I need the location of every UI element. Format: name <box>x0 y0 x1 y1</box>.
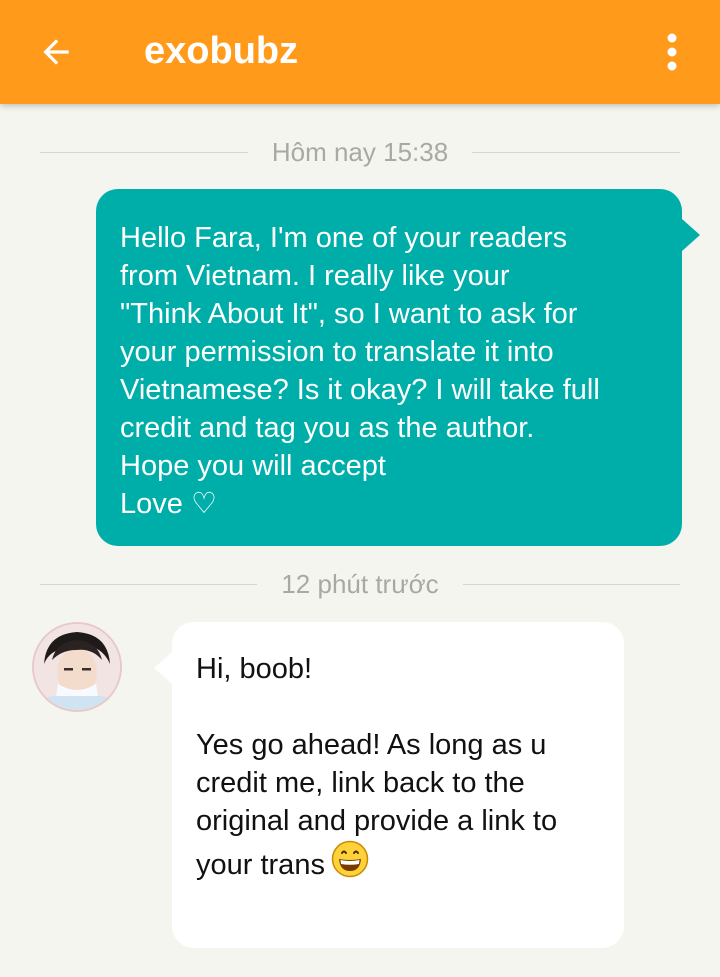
more-vertical-icon <box>667 33 677 71</box>
bubble-tail <box>154 652 172 684</box>
bubble-tail <box>682 219 700 251</box>
divider-line <box>40 583 258 585</box>
user-avatar[interactable] <box>34 624 120 710</box>
message-text: your trans <box>196 849 325 881</box>
incoming-message-bubble[interactable]: Hi, boob! Yes go ahead! As long as u cre… <box>154 622 624 948</box>
message-line: original and provide a link to <box>196 805 558 837</box>
grinning-face-emoji-icon <box>331 840 369 878</box>
message-line: from Vietnam. I really like your <box>120 260 510 292</box>
more-options-button[interactable] <box>650 24 694 80</box>
chat-title: exobubz <box>144 30 299 72</box>
message-line: credit me, link back to the <box>196 767 525 799</box>
message-line: "Think About It", so I want to ask for <box>120 298 578 330</box>
timestamp-text: Hôm nay 15:38 <box>271 137 449 167</box>
message-line: your permission to translate it into <box>120 336 554 368</box>
message-line: Love ♡ <box>120 488 217 520</box>
divider-line <box>40 151 248 153</box>
message-line: Vietnamese? Is it okay? I will take full <box>120 374 600 406</box>
message-line: Hope you will accept <box>120 450 386 482</box>
back-button[interactable] <box>30 26 82 78</box>
timestamp-divider: 12 phút trước <box>40 568 680 600</box>
app-bar: exobubz <box>0 0 720 104</box>
avatar-image <box>34 624 120 710</box>
divider-line <box>472 151 681 153</box>
message-line: credit and tag you as the author. <box>120 412 535 444</box>
message-line: Yes go ahead! As long as u <box>196 729 547 761</box>
timestamp-text: 12 phút trước <box>281 569 439 599</box>
message-line-with-emoji: your trans <box>196 840 600 884</box>
outgoing-message-bubble[interactable]: Hello Fara, I'm one of your readers from… <box>96 189 700 546</box>
timestamp-divider: Hôm nay 15:38 <box>40 136 681 168</box>
divider-line <box>462 583 680 585</box>
arrow-back-icon <box>43 39 69 65</box>
message-line: Hi, boob! <box>196 653 313 685</box>
message-line: Hello Fara, I'm one of your readers <box>120 222 568 254</box>
